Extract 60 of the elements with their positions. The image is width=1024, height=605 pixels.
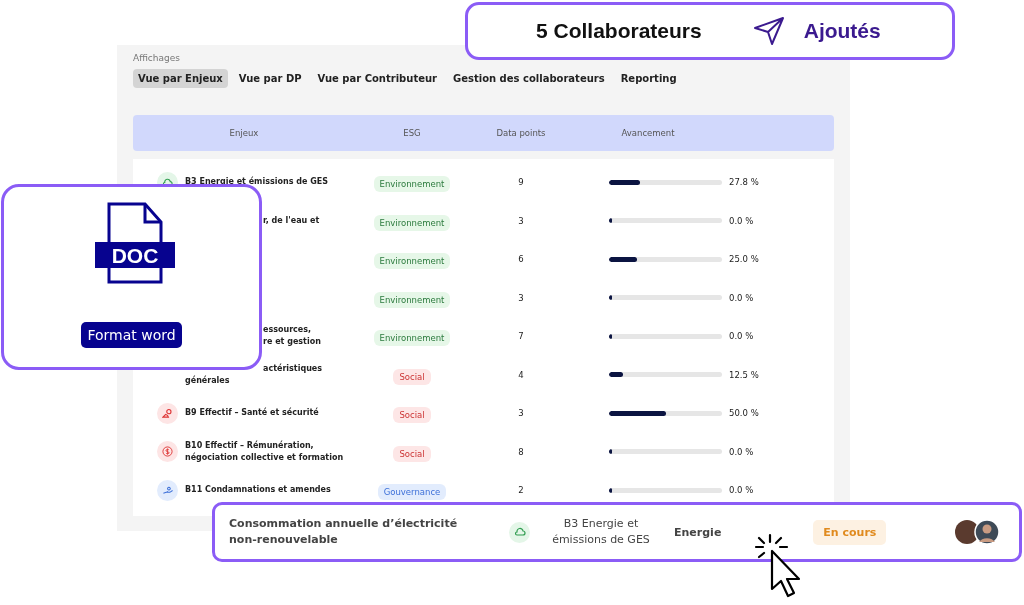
- progress-percent: 0.0 %: [729, 331, 754, 342]
- added-status: Ajoutés: [803, 19, 881, 43]
- collaborators-count: 5 Collaborateurs: [536, 19, 702, 43]
- row-title: B10 Effectif – Rémunération, négociation collective et formation: [185, 440, 344, 462]
- section-label: Affichages: [133, 53, 181, 63]
- progress-percent: 27.8 %: [729, 177, 759, 188]
- esg-tag: Environnement: [373, 214, 451, 231]
- row-title: actéristiques: [263, 363, 322, 373]
- view-tab[interactable]: Vue par DP: [233, 69, 307, 88]
- esg-tag: Social: [393, 368, 431, 385]
- esg-tag: Environnement: [373, 253, 451, 270]
- task-title: Consommation annuelle d’électricité non-renouvelable: [229, 516, 459, 548]
- data-points-count: 8: [517, 446, 525, 457]
- column-header: Avancement: [620, 128, 676, 138]
- esg-tag: Environnement: [373, 291, 451, 308]
- send-icon: [751, 14, 786, 48]
- task-category: Energie: [674, 525, 722, 539]
- person-shield-icon: [157, 402, 178, 424]
- data-points-count: 3: [517, 408, 525, 419]
- progress-percent: 0.0 %: [729, 215, 754, 226]
- view-tab[interactable]: Vue par Enjeux: [133, 69, 228, 88]
- data-points-count: 3: [517, 292, 525, 303]
- view-tab[interactable]: Gestion des collaborateurs: [448, 69, 610, 88]
- row-title: B3 Energie et émissions de GES: [185, 177, 328, 187]
- progress-percent: 25.0 %: [729, 254, 759, 265]
- progress-percent: 0.0 %: [729, 292, 754, 303]
- data-points-count: 4: [517, 369, 525, 380]
- esg-tag: Gouvernance: [377, 484, 447, 501]
- row-title: essources,: [263, 325, 312, 335]
- format-word-button[interactable]: Format word: [81, 322, 182, 348]
- view-tab[interactable]: Vue par Contributeur: [312, 69, 442, 88]
- row-title: B9 Effectif – Santé et sécurité: [185, 408, 319, 418]
- data-points-count: 6: [517, 254, 525, 265]
- esg-tag: Social: [393, 445, 431, 462]
- data-points-count: 9: [517, 177, 525, 188]
- view-tab[interactable]: Reporting: [615, 69, 682, 88]
- status-badge: En cours: [813, 519, 887, 545]
- progress-percent: 0.0 %: [729, 446, 754, 457]
- column-header: Enjeux: [228, 128, 260, 138]
- cloud-icon: [509, 521, 530, 543]
- row-title: re et gestion: [263, 337, 321, 347]
- data-points-count: 7: [517, 331, 525, 342]
- data-points-count: 2: [517, 485, 525, 496]
- progress-percent: 50.0 %: [729, 408, 759, 419]
- row-title: générales: [185, 375, 230, 385]
- doc-label: DOC: [111, 244, 158, 267]
- column-header: Data points: [495, 128, 547, 138]
- row-title: B11 Condamnations et amendes: [185, 485, 331, 495]
- esg-tag: Environnement: [373, 176, 451, 193]
- esg-tag: Environnement: [373, 330, 451, 347]
- row-title: r, de l'eau et: [263, 215, 320, 225]
- progress-percent: 0.0 %: [729, 485, 754, 496]
- esg-tag: Social: [393, 407, 431, 424]
- task-enjeu: B3 Energie et émissions de GES: [551, 516, 651, 548]
- column-header: ESG: [402, 128, 422, 138]
- dollar-coin-icon: [157, 441, 178, 463]
- doc-file-icon: [94, 202, 175, 284]
- data-points-count: 3: [517, 215, 525, 226]
- progress-percent: 12.5 %: [729, 369, 759, 380]
- hand-icon: [157, 479, 178, 501]
